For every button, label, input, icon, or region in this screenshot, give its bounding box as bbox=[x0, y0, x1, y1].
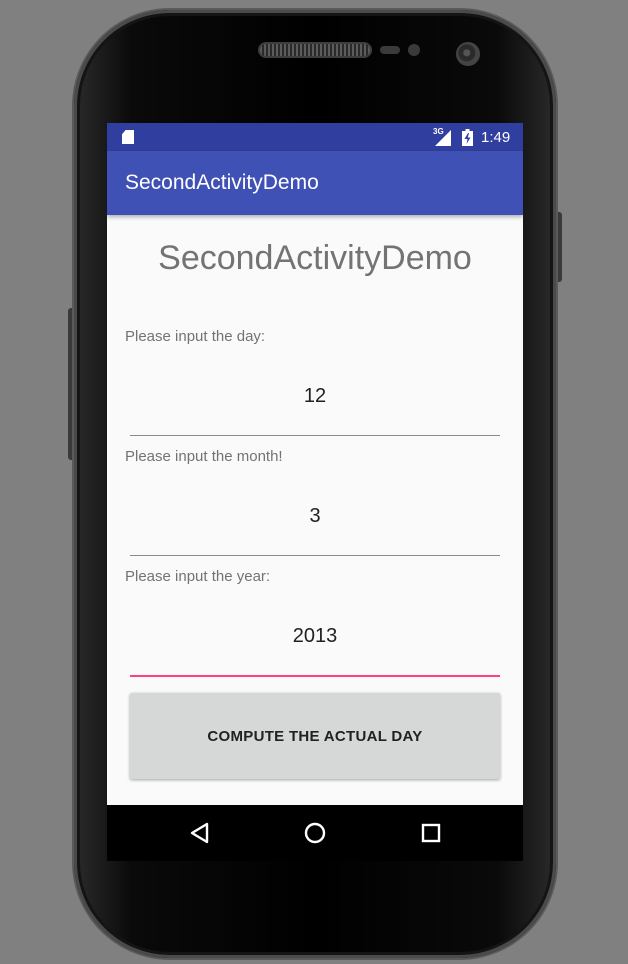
month-input[interactable]: 3 bbox=[130, 505, 500, 528]
navigation-bar bbox=[107, 805, 523, 861]
status-clock: 1:49 bbox=[481, 129, 511, 146]
sd-card-icon bbox=[122, 130, 134, 144]
earpiece-speaker bbox=[260, 44, 370, 56]
main-content: SecondActivityDemo Please input the day:… bbox=[107, 215, 523, 805]
battery-charging-icon bbox=[462, 129, 473, 146]
day-label: Please input the day: bbox=[125, 328, 266, 345]
light-sensor bbox=[408, 44, 420, 56]
back-icon[interactable] bbox=[186, 819, 214, 847]
compute-button[interactable]: COMPUTE THE ACTUAL DAY bbox=[130, 693, 500, 779]
toolbar-title: SecondActivityDemo bbox=[125, 171, 319, 194]
page-title: SecondActivityDemo bbox=[158, 239, 472, 277]
signal-icon bbox=[435, 130, 451, 146]
recents-icon[interactable] bbox=[417, 819, 445, 847]
year-input[interactable]: 2013 bbox=[130, 625, 500, 648]
home-icon[interactable] bbox=[301, 819, 329, 847]
day-input-underline bbox=[130, 435, 500, 436]
day-input[interactable]: 12 bbox=[130, 385, 500, 408]
month-input-underline bbox=[130, 555, 500, 556]
month-label: Please input the month! bbox=[125, 448, 283, 465]
app-toolbar: SecondActivityDemo bbox=[107, 151, 523, 215]
device-screen: 3G 1:49 SecondActivityDemo SecondActivit… bbox=[107, 123, 523, 861]
proximity-sensor bbox=[380, 46, 400, 54]
emulator-frame: 3G 1:49 SecondActivityDemo SecondActivit… bbox=[0, 0, 628, 964]
year-input-underline bbox=[130, 675, 500, 677]
status-bar: 3G 1:49 bbox=[107, 123, 523, 151]
year-label: Please input the year: bbox=[125, 568, 271, 585]
front-camera bbox=[456, 42, 480, 66]
